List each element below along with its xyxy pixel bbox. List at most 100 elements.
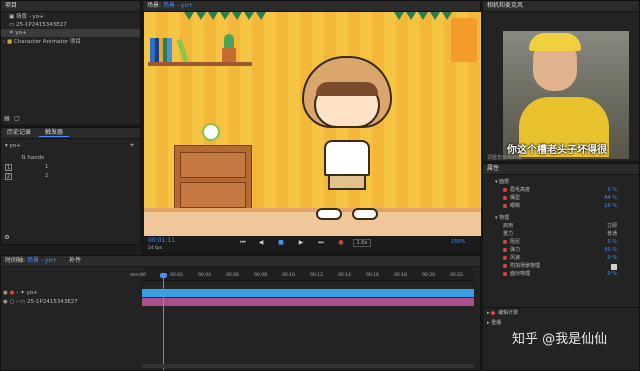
floor [144,208,481,236]
tab-history[interactable]: 历史记录 [1,129,37,136]
property-row[interactable]: 面对物理 [503,271,530,278]
project-panel: 项目 ▣ 场景 - yo+ ▭ 25-1P2415343E27 ✦ yo+ › … [0,0,141,126]
timeline-tab: 时间轴: 场景 - yo+ 补件 [1,256,480,267]
ruler-label: 00:14 [338,273,351,278]
property-row[interactable]: 重力 [503,231,513,238]
properties-footer-item[interactable]: ▸ 编辑计数 [487,310,518,317]
project-folder[interactable]: › ■ Character Animator 项目 [1,38,140,46]
zoom-select[interactable]: 1.0x [353,239,371,247]
track-bar-puppet[interactable] [142,289,474,297]
lamp-shade [451,18,477,62]
step-back-icon[interactable]: ◀ [257,239,265,247]
properties-footer-item[interactable]: ▸ 重播 [487,320,501,327]
property-row[interactable]: 嘴型 [503,195,520,202]
record-icon[interactable]: ● [337,239,345,247]
properties-section[interactable]: ▾ 物理 [495,215,509,222]
property-row[interactable]: 风速 [503,255,520,262]
scene-icon: ▣ [9,14,16,20]
track-header[interactable]: ◉ ● › ✦ yo+ [3,289,141,297]
project-item-selected[interactable]: ✦ yo+ [1,29,140,37]
zoom-percent[interactable]: 150% [451,239,465,246]
character-hair [316,82,378,96]
property-value[interactable]: 30 % [604,247,617,254]
triggers-panel: 历史记录 触发器 ▾ yo+ + ⇅ hands 1 2 1 2 ⚙ [0,127,141,245]
new-item-icon[interactable]: ▢ [13,115,21,123]
property-row[interactable]: 附加场景物理 [503,263,540,270]
timeline-panel: 时间轴: 场景 - yo+ 补件 mm:00 00:02 00:04 00:06… [0,255,481,371]
person-hat [529,33,581,51]
property-select[interactable]: 立即 [607,223,617,230]
bunting-decoration [144,12,481,24]
book-leaning [176,38,189,63]
trigger-group[interactable]: ⇅ hands [1,154,140,162]
scene-canvas[interactable] [144,12,481,236]
property-row[interactable]: 启用 [503,223,513,230]
ruler-label: 00:04 [198,273,211,278]
camera-panel: 相机和麦克风 你这个槽老头子坏得很 调整角色的外观 [482,0,640,162]
track-header[interactable]: ◉ ○ › ▭ 25-1P2415343E27 [3,298,141,306]
trigger-value: 2 [45,173,49,179]
image-icon: ▭ [9,22,16,28]
character-shoe [316,208,342,220]
ruler-label: 00:08 [254,273,267,278]
property-value[interactable]: 0 % [607,255,617,262]
go-to-start-icon[interactable]: ⏮ [239,239,247,247]
property-select[interactable]: 普通 [607,231,617,238]
dresser-drawer [180,152,246,178]
track-bar-image[interactable] [142,298,474,306]
play-icon[interactable]: ▶ [297,239,305,247]
go-to-end-icon[interactable]: ⏭ [317,239,325,247]
timeline-scrollbar[interactable] [142,364,474,368]
new-folder-icon[interactable]: ▤ [3,115,11,123]
property-row[interactable]: 弹力 [503,247,520,254]
playhead[interactable] [163,274,164,370]
ruler-label: 00:10 [282,273,295,278]
properties-divider [483,307,639,308]
folder-icon: ■ [6,39,14,45]
ruler-label: 00:06 [226,273,239,278]
dresser-drawer [180,182,246,208]
property-value[interactable]: 0 % [607,271,617,278]
image-icon: ▭ [20,299,28,305]
properties-section[interactable]: ▾ 面部 [495,179,509,186]
property-row[interactable]: 眉毛高度 [503,187,530,194]
ruler-label: 00:18 [394,273,407,278]
property-value[interactable]: 44 % [604,195,617,202]
property-value[interactable]: 0 % [607,239,617,246]
camera-feed [503,31,629,159]
property-row[interactable]: 眼睛 [503,203,520,210]
scene-fps: 24 fps [148,246,162,251]
project-item[interactable]: ▣ 场景 - yo+ [1,13,140,21]
camera-panel-title: 相机和麦克风 [483,1,639,12]
watermark: 知乎 @我是仙仙 [512,332,608,347]
project-panel-title: 项目 [1,1,140,12]
character-shoe [352,208,378,220]
character-shorts [328,174,366,190]
property-checkbox[interactable] [611,264,617,270]
settings-icon[interactable]: ⚙ [3,234,11,242]
ruler-label: 00:16 [366,273,379,278]
ruler-label: 00:02 [170,273,183,278]
properties-title: 属性 [483,164,639,175]
playhead-handle[interactable] [160,273,167,278]
tab-triggers[interactable]: 触发器 [38,129,69,137]
plant-pot [222,48,236,62]
trigger-key-box[interactable]: 2 [5,173,12,180]
trigger-puppet[interactable]: ▾ yo+ [1,142,140,150]
alarm-clock [202,123,220,141]
scene-panel: 场景: 场景 - yo+ 00:01:11 24 fps ⏮ ◀ ■ ▶ ⏭ ●… [142,0,481,254]
wall-shelf [148,62,252,66]
property-value[interactable]: 0 % [607,187,617,194]
add-trigger-icon[interactable]: + [128,142,136,150]
timeline-ruler[interactable]: mm:00 00:02 00:04 00:06 00:08 00:10 00:1… [130,267,474,281]
property-row[interactable]: 阻尼 [503,239,520,246]
stop-icon[interactable]: ■ [277,239,285,247]
property-value[interactable]: 26 % [604,203,617,210]
ruler-label: 00:20 [422,273,435,278]
scene-timecode: 00:01:11 [148,237,175,244]
camera-footer-text: 调整角色的外观 [487,155,523,161]
trigger-key-box[interactable]: 1 [5,164,12,171]
ruler-label: 00:22 [450,273,463,278]
trigger-value: 1 [45,164,49,170]
project-item[interactable]: ▭ 25-1P2415343E27 [1,21,140,29]
